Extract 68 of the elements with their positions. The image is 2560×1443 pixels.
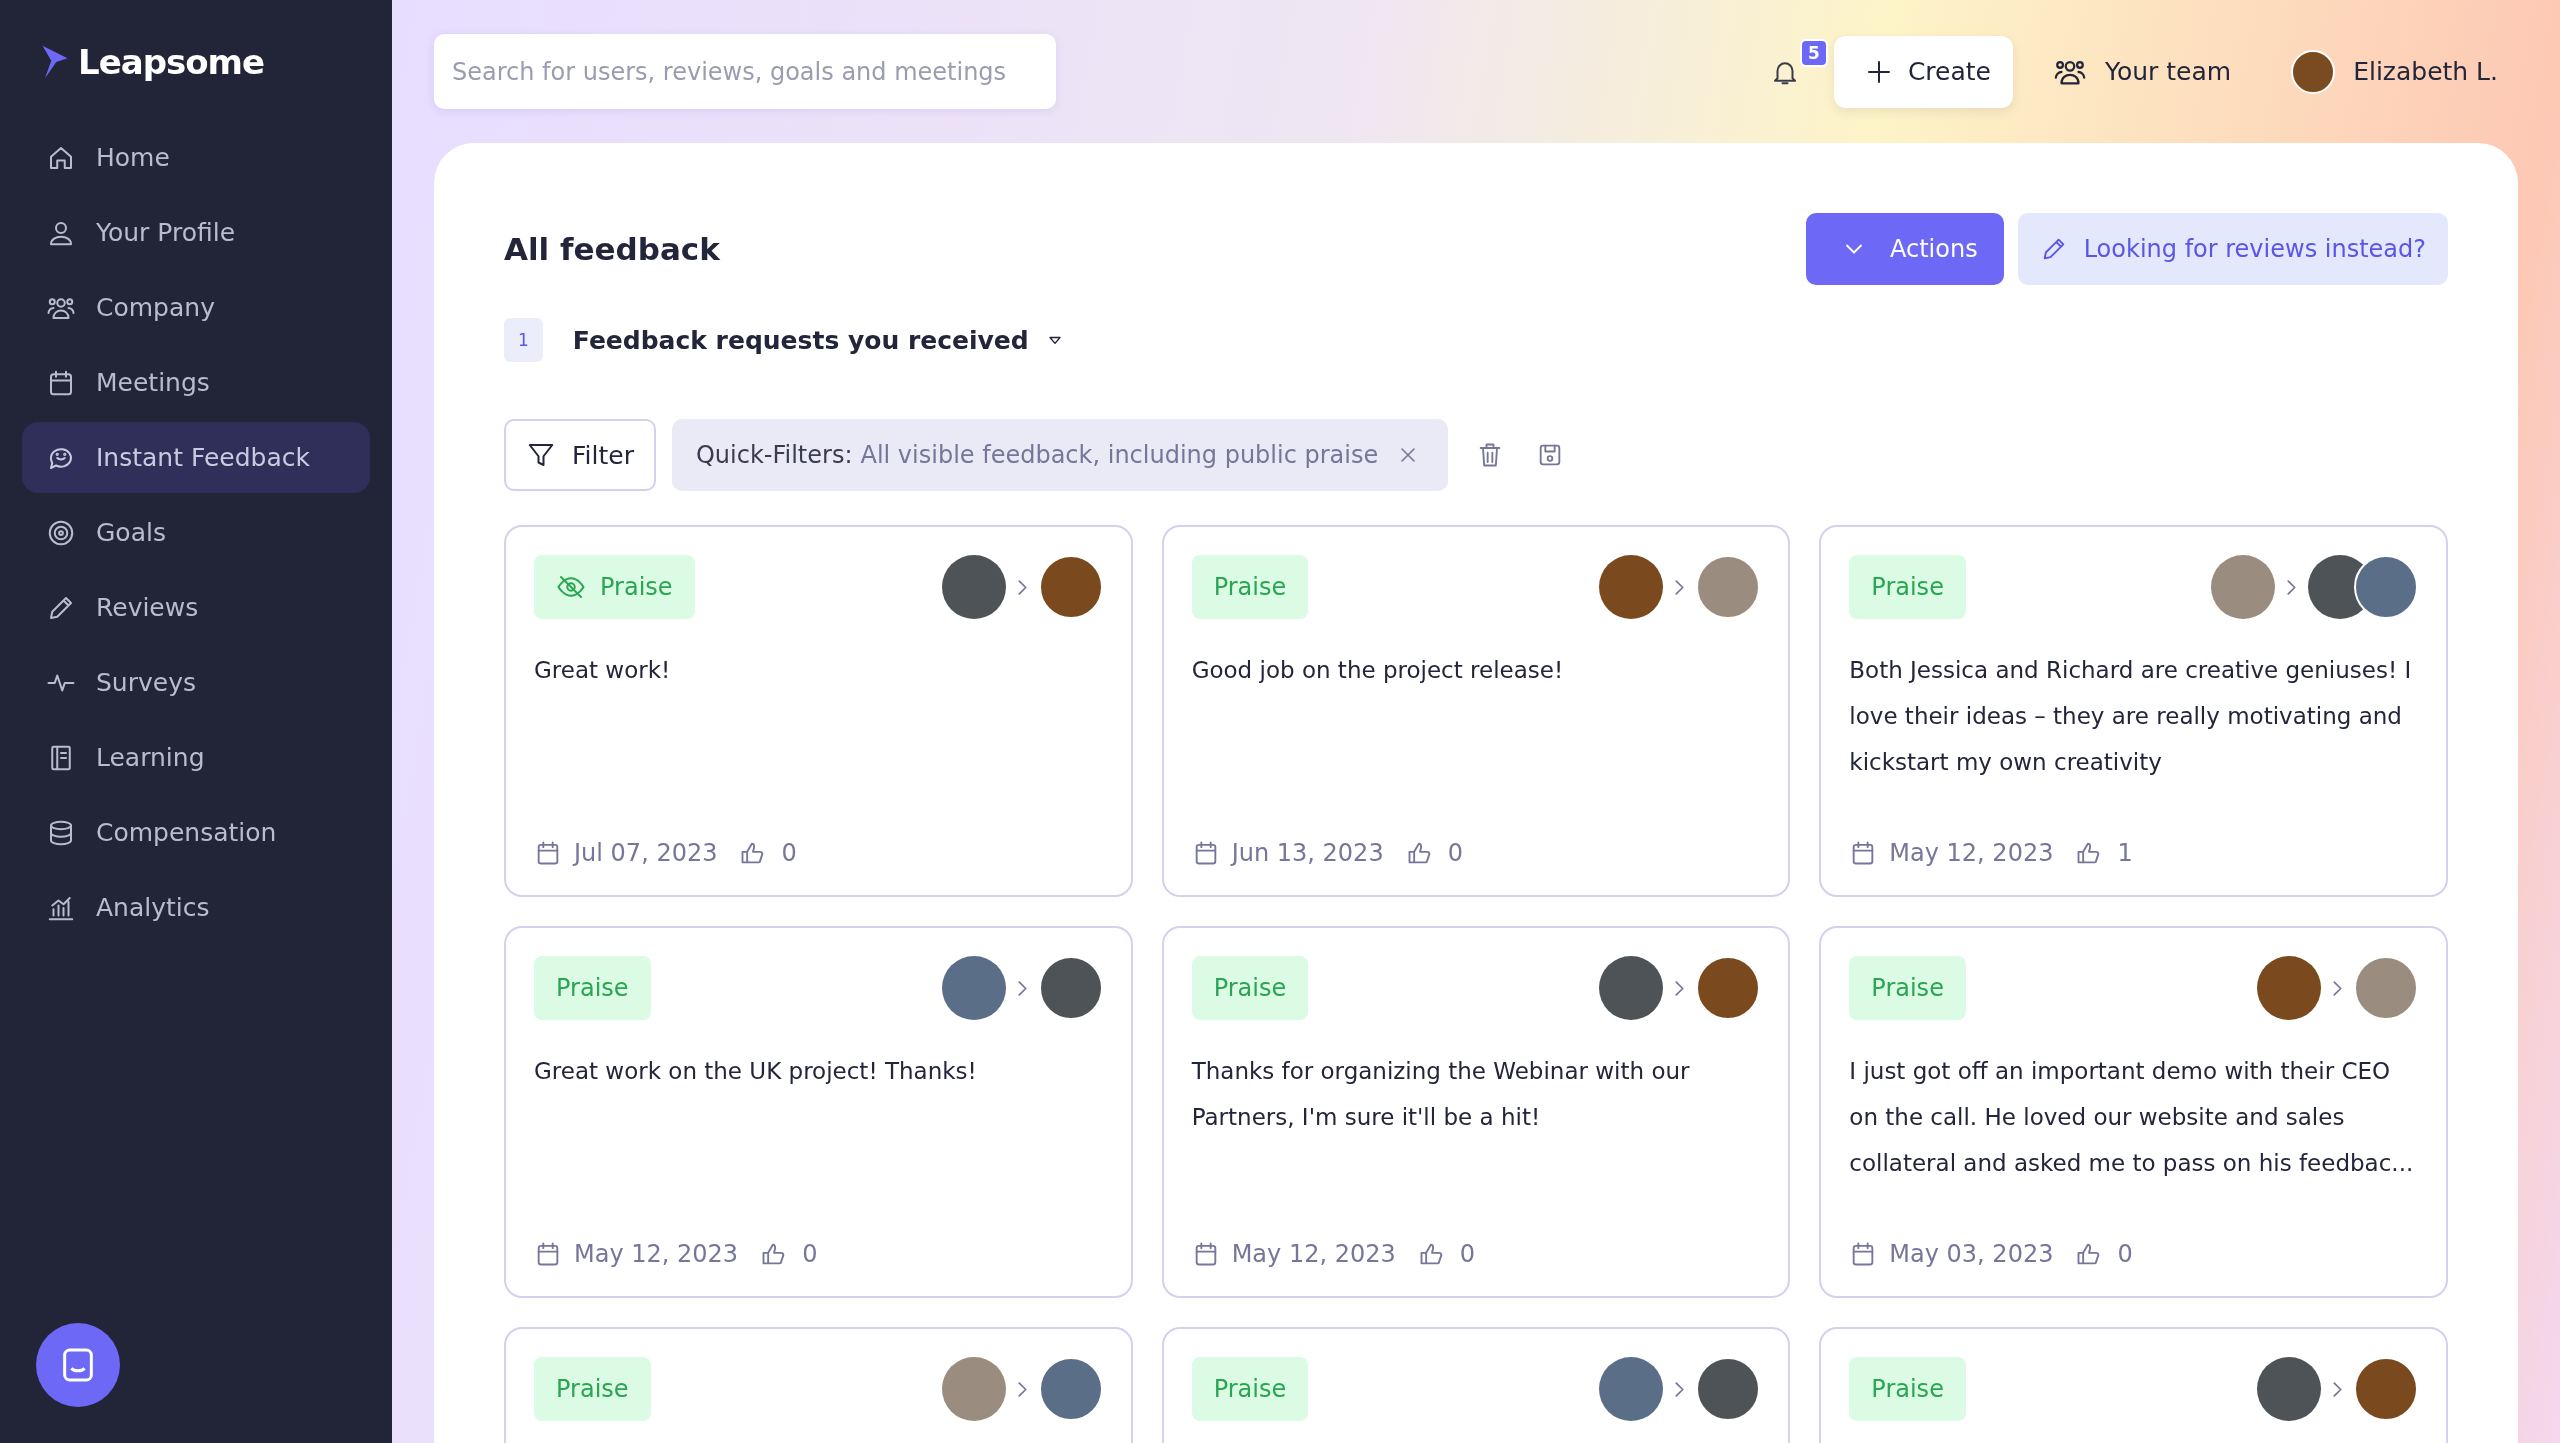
chevron-right-icon [1675, 1381, 1685, 1397]
chevron-right-icon [1675, 980, 1685, 996]
praise-tag: Praise [534, 555, 695, 619]
feedback-card[interactable]: Praise Thanks for organizing the Webinar with our Partners, I'm sure it'll be a hit! May 12, 2023 0 [1161, 926, 1791, 1298]
chevron-right-icon [2333, 980, 2342, 996]
search-field[interactable]: Search for users, reviews, goals and meetings [434, 34, 1056, 109]
logo-icon [40, 43, 70, 81]
chevron-right-icon [1017, 1381, 1027, 1397]
chevron-right-icon [1675, 579, 1685, 595]
praise-tag: Praise [1191, 555, 1309, 619]
like-button[interactable]: 0 [1417, 1240, 1476, 1268]
praise-tag: Praise [1849, 555, 1966, 619]
create-button[interactable]: Create [1833, 35, 2013, 108]
like-button[interactable]: 0 [739, 839, 797, 867]
praise-tag: Praise [1849, 1357, 1966, 1421]
praise-tag: Praise [1849, 956, 1966, 1020]
date-text: Jul 07, 2023 [574, 839, 718, 867]
feedback-text: Thanks for organizing the Webinar with our Partners, I'm sure it'll be a hit! [1191, 1057, 1691, 1132]
chevron-right-icon [2287, 579, 2296, 595]
feedback-text: Great work on the UK project! Thanks! [534, 1057, 978, 1086]
feedback-card[interactable]: Praise Great work! Jul 07, 2023 0 [504, 525, 1133, 897]
actions-button[interactable]: Actions [1806, 213, 2004, 285]
user-menu[interactable]: Elizabeth L. [2271, 49, 2518, 94]
quick-filter-label: Quick-Filters: [695, 441, 853, 469]
praise-tag: Praise [534, 1357, 651, 1421]
feedback-text: Good job on the project release! [1191, 656, 1565, 685]
feedback-card[interactable]: Praise Both Jessica and Richard are creative geniuses! I love their ideas – they are really motivating and kickstart my own creativity May 12, 2023 1 [1819, 525, 2448, 897]
like-button[interactable]: 1 [2075, 839, 2133, 867]
nav-item[interactable]: Instant Feedback [22, 422, 370, 493]
like-button[interactable]: 0 [2075, 1240, 2133, 1268]
chevron-right-icon [2333, 1381, 2342, 1397]
nav-item[interactable]: Your Profile [22, 197, 370, 268]
praise-tag: Praise [534, 956, 651, 1020]
date-text: May 03, 2023 [1889, 1240, 2054, 1268]
like-button[interactable]: 0 [1405, 839, 1463, 867]
nav-item[interactable]: Surveys [22, 647, 370, 718]
like-button[interactable]: 0 [760, 1240, 818, 1268]
chevron-right-icon [1017, 980, 1027, 996]
nav-item[interactable]: Company [22, 272, 370, 343]
page-title: All feedback [504, 231, 721, 267]
logo-text: Leapsome [78, 42, 265, 82]
feedback-card[interactable]: Praise I just got off an important demo with their CEO on the call. He loved our website and sales collateral and asked me to pass on his feedbac... May 03, 2023 0 [1819, 926, 2448, 1298]
feedback-requests-dropdown[interactable]: Feedback requests you received [572, 325, 1065, 355]
feedback-card[interactable]: Praise Great work on the UK project! Thanks! May 12, 2023 0 [504, 926, 1133, 1298]
feedback-text: Both Jessica and Richard are creative geniuses! I love their ideas – they are really motivating and kickstart my own creativity [1849, 656, 2413, 777]
nav-item[interactable]: Reviews [22, 572, 370, 643]
feedback-text: I just got off an important demo with their CEO on the call. He loved our website and sales collateral and asked me to pass on his feedbac... [1849, 1057, 2415, 1178]
nav-item[interactable]: Meetings [22, 347, 370, 418]
team-button[interactable]: Your team [2032, 54, 2252, 89]
date-text: May 12, 2023 [1231, 1240, 1396, 1268]
date-text: May 12, 2023 [574, 1240, 739, 1268]
chevron-right-icon [1017, 579, 1027, 595]
feedback-text: Great work! [534, 656, 672, 685]
nav-item[interactable]: Compensation [22, 797, 370, 868]
praise-tag: Praise [1191, 1357, 1309, 1421]
reviews-link-button[interactable]: Looking for reviews instead? [2017, 213, 2448, 285]
nav-item[interactable]: Home [22, 122, 370, 193]
notification-badge: 5 [1799, 38, 1828, 67]
quick-filter-value: All visible feedback, including public praise [860, 441, 1379, 469]
nav-item[interactable]: Goals [22, 497, 370, 568]
praise-tag: Praise [1191, 956, 1309, 1020]
nav-item[interactable]: Analytics [22, 872, 370, 943]
filter-button[interactable]: Filter [504, 419, 656, 491]
count-badge: 1 [504, 318, 543, 362]
date-text: May 12, 2023 [1889, 839, 2054, 867]
date-text: Jun 13, 2023 [1231, 839, 1384, 867]
feedback-card[interactable]: Praise Good job on the project release! Jun 13, 2023 0 [1161, 525, 1791, 897]
nav-item[interactable]: Learning [22, 722, 370, 793]
